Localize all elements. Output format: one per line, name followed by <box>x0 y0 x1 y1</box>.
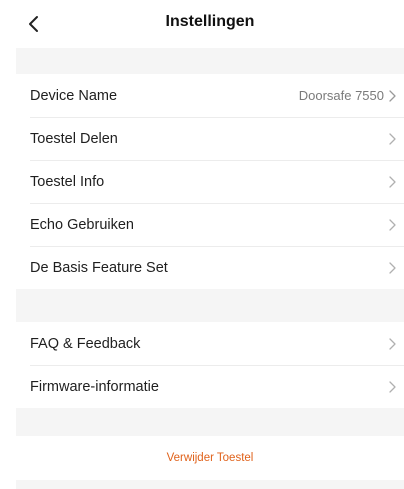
share-device-label: Toestel Delen <box>30 130 118 147</box>
chevron-right-icon <box>388 337 396 350</box>
faq-feedback-label: FAQ & Feedback <box>30 335 141 352</box>
delete-device-label: Verwijder Toestel <box>166 452 254 464</box>
top-bar: Instellingen <box>16 0 404 48</box>
chevron-right-icon <box>388 261 396 274</box>
chevron-right-icon <box>388 380 396 393</box>
chevron-right-icon <box>388 218 396 231</box>
chevron-right-icon <box>388 175 396 188</box>
basic-feature-set-row[interactable]: De Basis Feature Set <box>16 246 404 289</box>
device-name-row[interactable]: Device Name Doorsafe 7550 <box>16 74 404 117</box>
share-device-row[interactable]: Toestel Delen <box>16 117 404 160</box>
faq-feedback-row[interactable]: FAQ & Feedback <box>16 322 404 365</box>
page-title: Instellingen <box>165 13 255 30</box>
device-name-value: Doorsafe 7550 <box>298 88 384 103</box>
use-echo-label: Echo Gebruiken <box>30 216 134 233</box>
firmware-info-label: Firmware-informatie <box>30 378 159 395</box>
device-info-row[interactable]: Toestel Info <box>16 160 404 203</box>
basic-feature-set-label: De Basis Feature Set <box>30 259 168 276</box>
chevron-right-icon <box>388 89 396 102</box>
device-settings-group: Device Name Doorsafe 7550 Toestel Delen … <box>16 74 404 289</box>
use-echo-row[interactable]: Echo Gebruiken <box>16 203 404 246</box>
delete-device-button[interactable]: Verwijder Toestel <box>16 436 404 480</box>
support-settings-group: FAQ & Feedback Firmware-informatie <box>16 322 404 408</box>
firmware-info-row[interactable]: Firmware-informatie <box>16 365 404 408</box>
chevron-right-icon <box>388 132 396 145</box>
device-name-label: Device Name <box>30 87 118 104</box>
settings-page: Instellingen Device Name Doorsafe 7550 T… <box>16 0 404 489</box>
device-info-label: Toestel Info <box>30 173 105 190</box>
